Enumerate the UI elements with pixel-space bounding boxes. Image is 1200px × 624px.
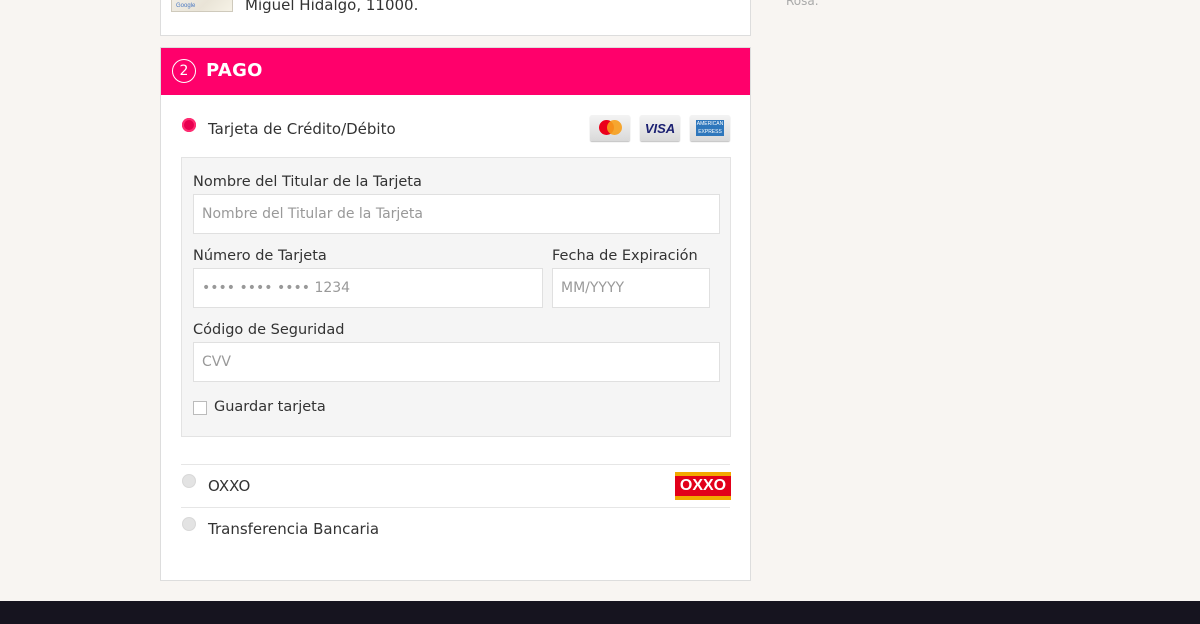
payment-method-oxxo-label[interactable]: OXXO [208,477,250,495]
payment-method-transfer-label[interactable]: Transferencia Bancaria [208,520,379,538]
oxxo-icon: OXXO [675,472,731,500]
site-footer [0,601,1200,624]
card-number-label: Número de Tarjeta [193,248,327,264]
order-summary-note: Rosa. [786,0,819,8]
cvv-input[interactable] [193,342,720,382]
step-number-badge: 2 [172,59,196,83]
shipping-address-card: Google Miguel Hidalgo, 11000. [160,0,751,36]
expiry-label: Fecha de Expiración [552,248,698,264]
payment-method-oxxo-radio[interactable] [182,474,196,488]
shipping-address-text: Miguel Hidalgo, 11000. [245,0,419,14]
visa-icon: VISA [640,115,680,141]
card-form: Nombre del Titular de la Tarjeta Número … [181,157,731,437]
divider [181,464,730,465]
card-number-input[interactable] [193,268,543,308]
payment-header: 2 PAGO [161,48,750,95]
payment-method-card-label[interactable]: Tarjeta de Crédito/Débito [208,120,396,138]
card-holder-label: Nombre del Titular de la Tarjeta [193,174,422,190]
card-holder-input[interactable] [193,194,720,234]
save-card-checkbox[interactable] [193,401,207,415]
mastercard-icon [590,115,630,141]
cvv-label: Código de Seguridad [193,322,345,338]
map-thumbnail[interactable]: Google [171,0,233,12]
payment-method-transfer-radio[interactable] [182,517,196,531]
divider [181,507,730,508]
save-card-label[interactable]: Guardar tarjeta [214,399,326,415]
amex-icon: AMERICAN EXPRESS [690,115,730,141]
payment-method-card-radio[interactable] [182,118,196,132]
payment-section: 2 PAGO Tarjeta de Crédito/Débito VISA AM… [160,47,751,581]
google-logo: Google [176,3,196,9]
payment-title: PAGO [206,60,263,81]
expiry-input[interactable] [552,268,710,308]
